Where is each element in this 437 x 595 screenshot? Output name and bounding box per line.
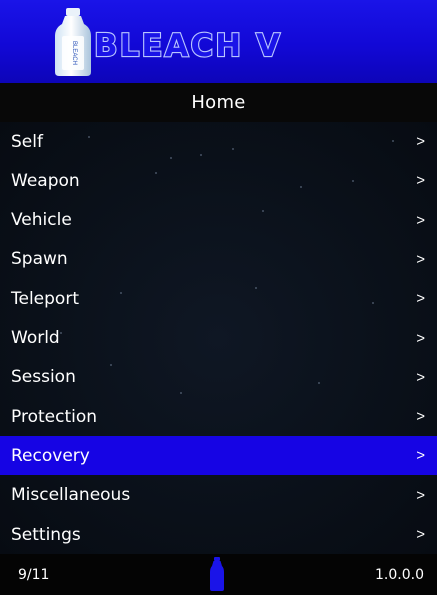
- bottle-label: BLEACH: [71, 41, 77, 65]
- chevron-right-icon: >: [416, 133, 425, 150]
- item-position: 9/11: [18, 566, 50, 583]
- menu-item-label: Session: [11, 367, 76, 388]
- menu-item-label: Protection: [11, 406, 98, 427]
- menu-item-session[interactable]: Session >: [0, 358, 437, 397]
- menu-item-weapon[interactable]: Weapon >: [0, 161, 437, 200]
- menu-item-label: Recovery: [11, 445, 90, 466]
- chevron-right-icon: >: [416, 172, 425, 190]
- banner: BLEACH BLEACH V: [0, 0, 437, 83]
- chevron-right-icon: >: [416, 408, 425, 426]
- chevron-right-icon: >: [416, 486, 425, 504]
- page-title-text: Home: [191, 92, 246, 113]
- brand-text: BLEACH V: [94, 28, 282, 64]
- menu-item-recovery[interactable]: Recovery >: [0, 436, 437, 476]
- menu-item-teleport[interactable]: Teleport >: [0, 279, 437, 318]
- menu-item-label: Vehicle: [11, 210, 72, 231]
- menu-item-settings[interactable]: Settings >: [0, 515, 437, 554]
- menu-item-label: Self: [11, 131, 43, 152]
- menu-item-label: Teleport: [11, 288, 79, 309]
- chevron-right-icon: >: [416, 250, 425, 268]
- chevron-right-icon: >: [416, 368, 425, 386]
- menu-list: Self > Weapon > Vehicle > Spawn > Teleport > World…: [0, 122, 437, 554]
- menu-item-label: Spawn: [11, 249, 68, 270]
- chevron-right-icon: >: [416, 211, 425, 229]
- menu-item-label: Miscellaneous: [11, 485, 131, 506]
- page-title: Home: [0, 83, 437, 122]
- menu-item-self[interactable]: Self >: [0, 122, 437, 161]
- menu-item-label: Settings: [11, 524, 81, 545]
- menu-item-label: Weapon: [11, 170, 80, 191]
- version-label: 1.0.0.0: [375, 566, 424, 583]
- menu-item-label: World: [11, 328, 60, 348]
- chevron-right-icon: >: [416, 447, 425, 465]
- chevron-right-icon: >: [416, 526, 425, 543]
- bleach-bottle-icon: BLEACH: [55, 8, 91, 76]
- chevron-right-icon: >: [416, 329, 425, 347]
- menu-item-vehicle[interactable]: Vehicle >: [0, 201, 437, 240]
- brand-logo: BLEACH V: [93, 27, 282, 65]
- menu-item-world[interactable]: World >: [0, 319, 437, 358]
- bottle-icon: [210, 557, 224, 591]
- menu-item-spawn[interactable]: Spawn >: [0, 240, 437, 279]
- menu-item-miscellaneous[interactable]: Miscellaneous >: [0, 476, 437, 515]
- menu-item-protection[interactable]: Protection >: [0, 397, 437, 436]
- chevron-right-icon: >: [416, 290, 425, 308]
